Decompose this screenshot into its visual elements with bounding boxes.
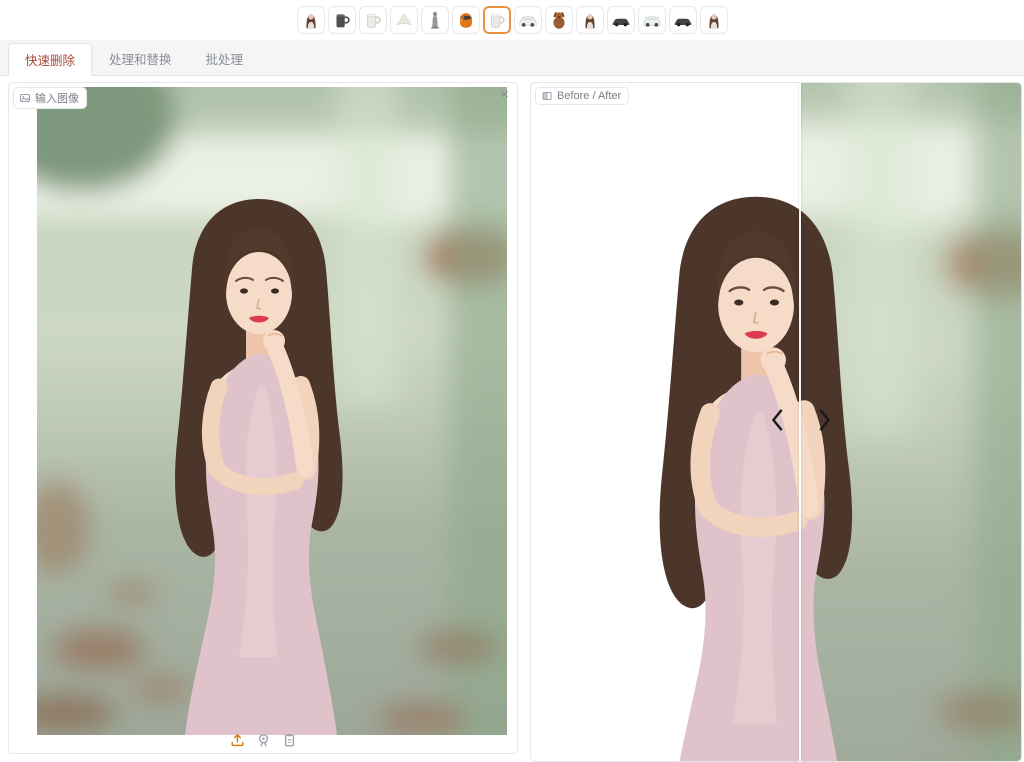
before-after-label: Before / After	[535, 87, 629, 105]
tab-strip-container: 快速删除 处理和替换 批处理	[0, 40, 1024, 76]
before-after-label-text: Before / After	[557, 90, 621, 102]
image-source-toolbar	[9, 729, 517, 751]
pot-orange-icon	[455, 9, 477, 31]
input-image-label-text: 输入图像	[35, 90, 79, 106]
thumbnail-person-9[interactable]	[576, 6, 604, 34]
before-after-stage	[531, 83, 1021, 761]
chevron-right-icon[interactable]	[813, 405, 835, 435]
thumbnail-suv-white-11[interactable]	[638, 6, 666, 34]
tab-batch-process[interactable]: 批处理	[189, 42, 261, 76]
mug-white-icon	[362, 9, 384, 31]
clipboard-icon[interactable]	[281, 732, 298, 749]
thumbnail-mug-white-6[interactable]	[483, 6, 511, 34]
compare-icon	[541, 90, 553, 102]
tab-quick-remove[interactable]: 快速删除	[8, 43, 92, 77]
person-icon	[579, 9, 601, 31]
car-dark-icon	[672, 9, 694, 31]
mug-white-icon	[486, 9, 508, 31]
person-icon	[300, 9, 322, 31]
image-icon	[19, 92, 31, 104]
thumbnail-statue-4[interactable]	[421, 6, 449, 34]
hat-icon	[393, 9, 415, 31]
upload-icon[interactable]	[229, 732, 246, 749]
suv-white-icon	[641, 9, 663, 31]
car-dark-icon	[610, 9, 632, 31]
main-content: 输入图像 ×	[0, 76, 1024, 762]
before-after-panel: Before / After	[530, 82, 1022, 762]
thumbnail-mug-white-2[interactable]	[359, 6, 387, 34]
thumbnail-suv-white-7[interactable]	[514, 6, 542, 34]
thumbnail-car-dark-12[interactable]	[669, 6, 697, 34]
thumbnail-dog-8[interactable]	[545, 6, 573, 34]
thumbnail-car-dark-10[interactable]	[607, 6, 635, 34]
thumbnail-person-13[interactable]	[700, 6, 728, 34]
input-photo	[37, 87, 507, 735]
thumbnail-hat-3[interactable]	[390, 6, 418, 34]
after-image-clip	[531, 83, 801, 761]
input-photo-image	[37, 87, 507, 735]
webcam-icon[interactable]	[255, 732, 272, 749]
chevron-left-icon[interactable]	[767, 405, 789, 435]
tab-process-replace[interactable]: 处理和替换	[92, 42, 189, 76]
thumbnail-pot-orange-5[interactable]	[452, 6, 480, 34]
person-icon	[703, 9, 725, 31]
mug-dark-icon	[331, 9, 353, 31]
tab-bar: 快速删除 处理和替换 批处理	[8, 48, 1024, 76]
statue-icon	[424, 9, 446, 31]
after-image	[531, 83, 801, 761]
sample-thumbnail-bar	[0, 0, 1024, 41]
input-image-panel: 输入图像 ×	[8, 82, 518, 754]
dog-icon	[548, 9, 570, 31]
thumbnail-strip	[297, 6, 728, 34]
slider-divider[interactable]	[799, 83, 801, 761]
input-image-label: 输入图像	[13, 87, 87, 109]
clear-image-button[interactable]: ×	[496, 85, 513, 104]
suv-white-icon	[517, 9, 539, 31]
thumbnail-mug-dark-1[interactable]	[328, 6, 356, 34]
thumbnail-person-0[interactable]	[297, 6, 325, 34]
